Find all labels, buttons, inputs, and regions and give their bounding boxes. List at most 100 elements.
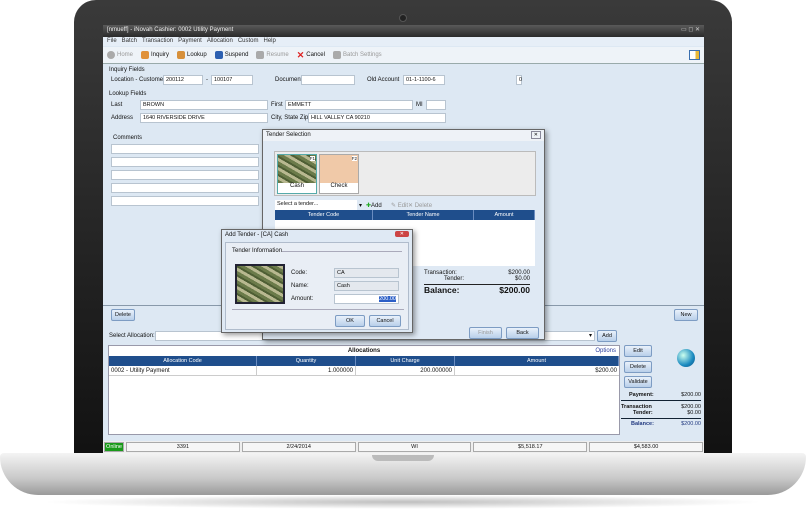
batch-settings-button[interactable]: Batch Settings [332, 51, 382, 59]
close-icon[interactable]: ✕ [530, 131, 541, 139]
status-date: 2/24/2014 [241, 442, 356, 452]
name-label: Name: [291, 283, 309, 289]
menu-allocation[interactable]: Allocation [207, 38, 233, 45]
tender-tiles: F1 Cash F2 Check [274, 151, 536, 196]
resume-icon [256, 51, 265, 59]
tender-summary: Transaction: $200.00 Tender: $0.00 Balance… [424, 270, 530, 295]
delete-button[interactable]: Delete [111, 309, 135, 321]
first-label: First [271, 102, 283, 108]
status-cell: $4,583.00 [589, 442, 703, 452]
resume-button[interactable]: Resume [256, 51, 289, 59]
amount-label: Amount: [291, 296, 314, 302]
online-status: Online [104, 442, 124, 452]
edit-tender-button[interactable]: ✎ Edit [391, 202, 408, 209]
inquiry-button[interactable]: Inquiry [141, 51, 169, 59]
location-label: Location - Customer [111, 77, 166, 83]
amount-input[interactable]: 200.00 [334, 294, 399, 304]
tender-table-header: Tender Code Tender Name Amount [275, 210, 535, 220]
toolbar: Home Inquiry Lookup Suspend Resume ✕ Canc… [103, 47, 704, 64]
document-label: Document [275, 77, 303, 83]
name-field: Cash [334, 281, 399, 291]
cancel-x-icon: ✕ [296, 49, 305, 60]
tender-select[interactable]: Select a tender... [275, 200, 357, 210]
document-input[interactable] [301, 75, 355, 85]
tender-selection-title: Tender Selection [263, 130, 544, 141]
status-cell: WI [357, 442, 472, 452]
location-input[interactable]: 200112 [163, 75, 203, 85]
window-title: [nmueff] - iNovah Cashier: 0002 Utility … [107, 27, 234, 33]
lookup-section-label: Lookup Fields [109, 91, 147, 97]
ok-button[interactable]: OK [335, 315, 365, 327]
status-cell: 3391 [126, 442, 240, 452]
mi-input[interactable] [426, 100, 446, 110]
delete-allocation-button[interactable]: Delete [624, 361, 652, 373]
suspend-button[interactable]: Suspend [214, 51, 248, 59]
lookup-button[interactable]: Lookup [177, 51, 207, 59]
menu-payment[interactable]: Payment [178, 38, 202, 45]
gear-icon [332, 51, 341, 59]
app-window: [nmueff] - iNovah Cashier: 0002 Utility … [103, 25, 704, 453]
dash-label: - [206, 77, 208, 83]
tender-tile-cash[interactable]: F1 Cash [277, 154, 317, 194]
code-field: CA [334, 268, 399, 278]
title-bar: [nmueff] - iNovah Cashier: 0002 Utility … [103, 25, 704, 37]
first-input[interactable]: EMMETT [285, 100, 413, 110]
finish-button[interactable]: Finish [469, 327, 502, 339]
tender-tile-check[interactable]: F2 Check [319, 154, 359, 194]
dropdown-arrow-icon[interactable]: ▾ [589, 332, 592, 339]
dropdown-arrow-icon[interactable]: ▾ [359, 202, 362, 209]
options-link[interactable]: Options [595, 348, 616, 354]
tender-info-label: Tender Information [232, 248, 283, 254]
inquiry-section-label: Inquiry Fields [109, 67, 145, 73]
add-tender-button[interactable]: ✚Add [366, 202, 382, 209]
add-tender-dialog: Add Tender - [CA] Cash ✕ Tender Informat… [221, 229, 413, 333]
address-label: Address [111, 115, 134, 121]
layout-icon[interactable] [689, 50, 700, 60]
laptop-notch [372, 455, 434, 461]
old-account-label: Old Account [367, 77, 400, 83]
home-icon [107, 51, 115, 59]
menu-batch[interactable]: Batch [122, 38, 137, 45]
last-label: Last [111, 102, 123, 108]
add-allocation-button[interactable]: Add [597, 330, 617, 342]
person-icon [141, 51, 150, 59]
tender-info-panel: Tender Information Code: CA Name: Cash A… [225, 242, 409, 330]
laptop-shadow [40, 495, 766, 509]
menu-transaction[interactable]: Transaction [142, 38, 173, 45]
code-label: Code: [291, 270, 308, 276]
menu-bar: File Batch Transaction Payment Allocation Cus… [103, 37, 704, 46]
camera-icon [399, 14, 407, 22]
count-field: 0 [516, 75, 522, 85]
customer-input[interactable]: 100107 [211, 75, 253, 85]
csz-label: City, State Zip [271, 115, 309, 121]
csz-input[interactable]: HILL VALLEY CA 90210 [308, 113, 446, 123]
summary-panel: Payment: $200.00 Transaction $200.00 Tende… [621, 392, 701, 427]
home-button[interactable]: Home [107, 51, 133, 59]
close-icon[interactable]: ✕ [394, 231, 409, 237]
cancel-dialog-button[interactable]: Cancel [369, 315, 401, 327]
search-globe-icon[interactable] [677, 349, 695, 367]
back-button[interactable]: Back [506, 327, 539, 339]
add-tender-title: Add Tender - [CA] Cash [225, 232, 289, 238]
cash-image [235, 264, 285, 304]
select-allocation-label: Select Allocation: [109, 333, 155, 339]
menu-help[interactable]: Help [264, 38, 276, 45]
comments-lines[interactable] [111, 144, 259, 206]
status-bar: Online 3391 2/24/2014 WI $5,518.17 $4,583.00 [103, 441, 704, 453]
comments-label: Comments [113, 135, 143, 141]
validate-button[interactable]: Validate [624, 376, 652, 388]
last-input[interactable]: BROWN [140, 100, 268, 110]
new-button[interactable]: New [674, 309, 698, 321]
cancel-button[interactable]: ✕ Cancel [297, 50, 325, 61]
address-input[interactable]: 1640 RIVERSIDE DRIVE [140, 113, 268, 123]
menu-custom[interactable]: Custom [238, 38, 259, 45]
person-search-icon [177, 51, 186, 59]
suspend-icon [214, 51, 223, 59]
menu-file[interactable]: File [107, 38, 117, 45]
delete-tender-button[interactable]: ✕ Delete [408, 202, 432, 209]
mi-label: MI [416, 102, 423, 108]
old-account-input[interactable]: 01-1-1100-6 [403, 75, 445, 85]
status-cell: $5,518.17 [473, 442, 588, 452]
edit-button[interactable]: Edit [624, 345, 652, 357]
window-controls[interactable]: ▭ ◻ ✕ [681, 26, 700, 33]
